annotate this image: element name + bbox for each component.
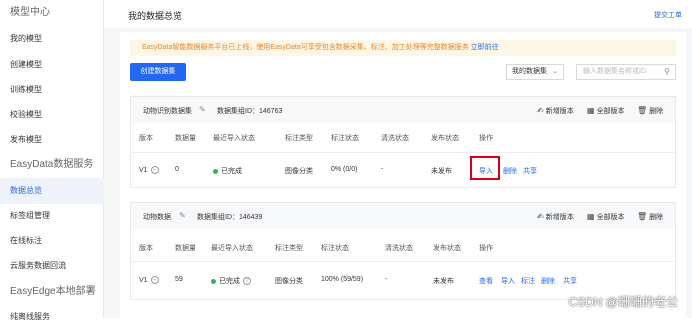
search-input[interactable]: 输入数据集名称或ID ⚲: [576, 64, 676, 80]
grid-icon: ▦: [587, 212, 595, 221]
success-dot-icon: [213, 168, 218, 174]
sidebar-item-my-models[interactable]: 我的模型: [0, 26, 104, 52]
share-link[interactable]: 共享: [523, 166, 537, 176]
help-icon[interactable]: ?: [243, 277, 251, 286]
notice-link[interactable]: 立即前往: [471, 44, 499, 51]
column-header: 操作: [479, 135, 493, 142]
minus-circle-icon[interactable]: –: [150, 166, 159, 174]
delete-link[interactable]: 删除: [541, 276, 555, 286]
notice-banner: EasyData智能数据服务平台已上线，使用EasyData可享受包含数据采集、…: [130, 40, 676, 56]
sidebar-section-easydata[interactable]: EasyData数据服务: [0, 152, 104, 178]
dataset-name: 动物识别数据集: [143, 108, 192, 115]
chevron-down-icon: ⌄: [552, 68, 558, 75]
all-versions-button[interactable]: ▦ 全部版本: [587, 106, 625, 116]
add-version-icon: ✍: [537, 106, 544, 115]
sidebar: 模型中心 我的模型 创建模型 训练模型 校验模型 发布模型 EasyData数据…: [0, 0, 104, 321]
page-title: 我的数据总览: [128, 11, 183, 21]
label-status-cell: 100% (59/59): [321, 276, 364, 283]
column-header: 发布状态: [431, 135, 459, 142]
trash-icon: 🗑: [637, 106, 648, 115]
label-status-cell: 0% (0/0): [331, 166, 358, 173]
notice-text: EasyData智能数据服务平台已上线，使用EasyData可享受包含数据采集、…: [142, 44, 469, 51]
import-link[interactable]: 导入: [501, 276, 515, 286]
add-version-icon: ✍: [537, 212, 544, 221]
search-placeholder: 输入数据集名称或ID: [583, 68, 646, 75]
column-header: 标注状态: [331, 135, 359, 142]
column-header: 最近导入状态: [213, 135, 255, 142]
row-divider: [131, 261, 675, 262]
sidebar-item-create-model[interactable]: 创建模型: [0, 52, 104, 78]
minus-circle-icon[interactable]: –: [150, 276, 159, 284]
watermark: CSDN @珊珊的老公: [568, 295, 678, 309]
dataset-card: 动物数据 ✎ 数据集组ID：146439 ✍ 新增版本 ▦ 全部版本 🗑 删除 版本 …: [130, 202, 676, 300]
dataset-group-id: 数据集组ID：146763: [217, 108, 283, 115]
sidebar-item-validate-model[interactable]: 校验模型: [0, 102, 104, 128]
delete-link[interactable]: 删除: [503, 166, 517, 176]
count-cell: 59: [175, 276, 183, 283]
dataset-filter-select[interactable]: 我的数据集 ⌄: [506, 64, 564, 80]
import-status-cell: 已完成?: [211, 276, 251, 286]
highlight-box: [470, 156, 500, 180]
edit-icon[interactable]: ✎: [199, 105, 206, 114]
column-header: 清洗状态: [385, 245, 413, 252]
clean-status-cell: -: [381, 166, 384, 173]
label-type-cell: 图像分类: [285, 168, 313, 175]
column-header: 数据量: [175, 245, 196, 252]
column-header: 清洗状态: [381, 135, 409, 142]
content-panel: EasyData智能数据服务平台已上线，使用EasyData可享受包含数据采集、…: [120, 32, 686, 318]
sidebar-item-data-overview[interactable]: 数据总览: [0, 178, 104, 204]
dataset-card: 动物识别数据集 ✎ 数据集组ID：146763 ✍ 新增版本 ▦ 全部版本 🗑 删除 …: [130, 96, 676, 188]
column-header: 标注类型: [275, 245, 303, 252]
add-version-button[interactable]: ✍ 新增版本: [537, 106, 574, 116]
submit-ticket-link[interactable]: 提交工单: [654, 10, 682, 20]
version-cell: V1–: [139, 166, 159, 174]
column-header: 标注类型: [285, 135, 313, 142]
sidebar-item-publish-model[interactable]: 发布模型: [0, 127, 104, 153]
column-header: 最近导入状态: [211, 245, 253, 252]
sidebar-item-online-labeling[interactable]: 在线标注: [0, 228, 104, 254]
label-type-cell: 图像分类: [275, 278, 303, 285]
sidebar-item-offline-service[interactable]: 纯离线服务: [0, 304, 104, 330]
column-header: 版本: [139, 245, 153, 252]
clean-status-cell: -: [385, 276, 388, 283]
sidebar-section-easyedge[interactable]: EasyEdge本地部署: [0, 279, 104, 305]
count-cell: 0: [175, 166, 179, 173]
sidebar-item-cloud-data-return[interactable]: 云服务数据回流: [0, 253, 104, 279]
filter-value: 我的数据集: [512, 68, 547, 75]
column-header: 标注状态: [321, 245, 349, 252]
success-dot-icon: [211, 278, 216, 284]
sidebar-section-model-center[interactable]: 模型中心: [0, 0, 104, 26]
column-header: 版本: [139, 135, 153, 142]
column-header: 发布状态: [433, 245, 461, 252]
version-cell: V1–: [139, 276, 159, 284]
all-versions-button[interactable]: ▦ 全部版本: [587, 212, 625, 222]
import-status-cell: 已完成: [213, 166, 242, 176]
publish-status-cell: 未发布: [431, 168, 452, 175]
delete-dataset-button[interactable]: 🗑 删除: [637, 106, 663, 116]
main-area: 我的数据总览 提交工单 EasyData智能数据服务平台已上线，使用EasyDa…: [104, 0, 692, 318]
view-link[interactable]: 查看: [479, 276, 493, 286]
create-dataset-button[interactable]: 创建数据集: [130, 63, 186, 81]
trash-icon: 🗑: [637, 212, 648, 221]
column-header: 操作: [479, 245, 493, 252]
top-bar: 我的数据总览 提交工单: [104, 0, 692, 28]
sidebar-item-train-model[interactable]: 训练模型: [0, 77, 104, 103]
delete-dataset-button[interactable]: 🗑 删除: [637, 212, 663, 222]
dataset-card-header: 动物识别数据集 ✎ 数据集组ID：146763 ✍ 新增版本 ▦ 全部版本 🗑 删除: [131, 97, 675, 123]
grid-icon: ▦: [587, 106, 595, 115]
search-icon[interactable]: ⚲: [664, 65, 670, 79]
add-version-button[interactable]: ✍ 新增版本: [537, 212, 574, 222]
row-divider: [131, 152, 675, 153]
share-link[interactable]: 共享: [563, 276, 577, 286]
dataset-name: 动物数据: [143, 214, 171, 221]
dataset-card-header: 动物数据 ✎ 数据集组ID：146439 ✍ 新增版本 ▦ 全部版本 🗑 删除: [131, 203, 675, 229]
sidebar-item-label-groups[interactable]: 标签组管理: [0, 203, 104, 229]
publish-status-cell: 未发布: [433, 278, 454, 285]
column-header: 数据量: [175, 135, 196, 142]
label-link[interactable]: 标注: [521, 276, 535, 286]
dataset-group-id: 数据集组ID：146439: [197, 214, 263, 221]
edit-icon[interactable]: ✎: [179, 211, 186, 220]
